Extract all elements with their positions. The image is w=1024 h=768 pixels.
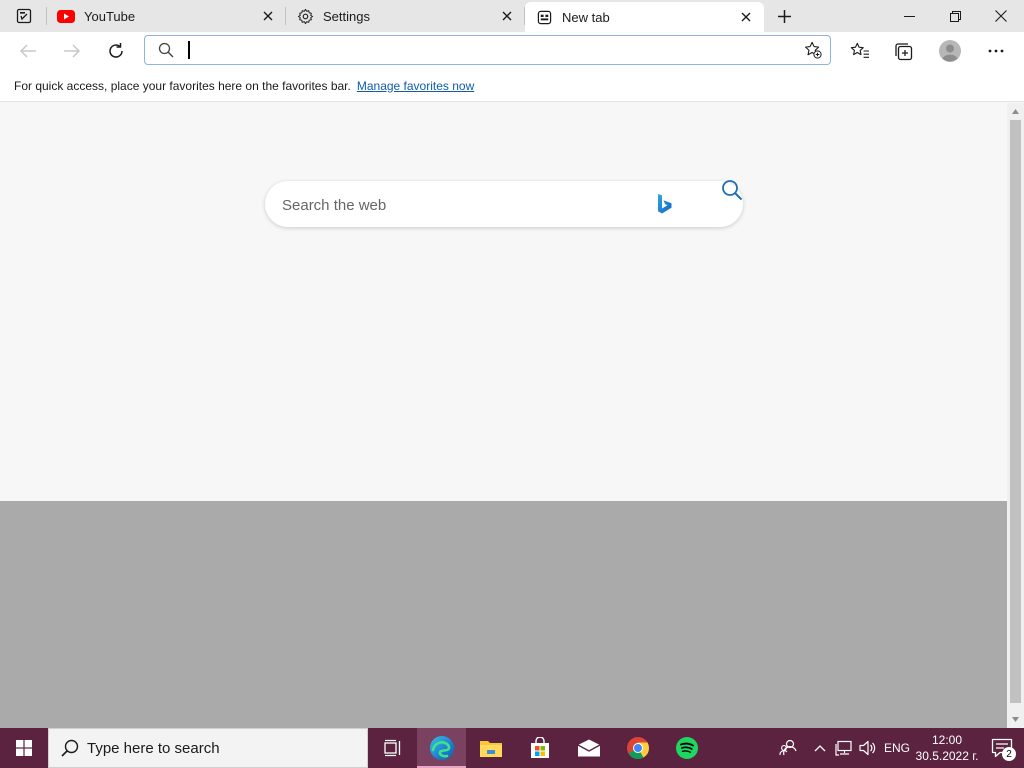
action-center-button[interactable]: 2 xyxy=(980,728,1024,768)
close-icon xyxy=(995,10,1007,22)
back-button[interactable] xyxy=(13,36,43,66)
add-favorite-icon[interactable] xyxy=(804,41,822,59)
people-icon xyxy=(779,739,797,756)
restore-icon xyxy=(949,10,961,22)
taskbar-apps xyxy=(368,728,711,768)
start-button[interactable] xyxy=(0,728,48,768)
scroll-down-icon[interactable] xyxy=(1007,711,1024,728)
close-tab-icon[interactable] xyxy=(738,9,754,25)
favorites-icon xyxy=(850,42,869,58)
new-tab-page xyxy=(0,103,1007,501)
back-icon xyxy=(19,44,36,58)
clock-time: 12:00 xyxy=(931,733,963,747)
vertical-scrollbar[interactable] xyxy=(1007,103,1024,728)
unrendered-area xyxy=(0,501,1007,728)
scroll-up-icon[interactable] xyxy=(1007,103,1024,120)
taskbar: Type here to search ENG 12:00 30.5.2022 … xyxy=(0,728,1024,768)
profile-button[interactable] xyxy=(935,36,965,66)
refresh-icon xyxy=(109,43,123,58)
tab-title: YouTube xyxy=(84,8,136,24)
notification-count-badge: 2 xyxy=(1002,747,1016,761)
browser-toolbar xyxy=(0,32,1024,70)
store-button[interactable] xyxy=(515,728,564,768)
language-indicator[interactable]: ENG xyxy=(880,728,914,768)
network-icon xyxy=(835,740,852,756)
search-icon xyxy=(158,42,174,58)
address-input[interactable] xyxy=(191,39,795,63)
spotify-button[interactable] xyxy=(662,728,711,768)
taskbar-search-placeholder: Type here to search xyxy=(87,739,220,757)
close-tab-icon[interactable] xyxy=(260,8,276,24)
refresh-button[interactable] xyxy=(101,36,131,66)
favorites-button[interactable] xyxy=(845,36,875,66)
spotify-icon xyxy=(675,737,698,759)
clock-date: 30.5.2022 г. xyxy=(915,749,979,763)
chrome-icon xyxy=(626,737,649,759)
chrome-button[interactable] xyxy=(613,728,662,768)
volume-icon xyxy=(859,740,876,756)
edge-icon xyxy=(429,736,454,760)
tab-new-tab[interactable]: New tab xyxy=(525,2,764,32)
collections-icon xyxy=(895,42,913,60)
web-search-box[interactable] xyxy=(265,179,743,227)
bing-icon[interactable] xyxy=(657,193,673,215)
new-tab-button[interactable] xyxy=(766,0,802,32)
system-tray: ENG 12:00 30.5.2022 г. 2 xyxy=(768,728,1024,768)
file-explorer-button[interactable] xyxy=(466,728,515,768)
windows-icon xyxy=(16,740,32,756)
chevron-up-icon xyxy=(814,745,826,752)
task-view-icon xyxy=(383,739,400,757)
network-button[interactable] xyxy=(832,728,856,768)
volume-button[interactable] xyxy=(856,728,880,768)
search-icon[interactable] xyxy=(721,179,743,201)
tab-title: Settings xyxy=(323,8,370,24)
restore-button[interactable] xyxy=(932,0,978,32)
tab-actions-button[interactable] xyxy=(0,0,47,32)
collections-button[interactable] xyxy=(889,36,919,66)
address-bar[interactable] xyxy=(144,35,831,65)
gear-icon xyxy=(296,7,314,25)
plus-icon xyxy=(777,9,791,23)
file-explorer-icon xyxy=(479,741,502,757)
people-button[interactable] xyxy=(768,728,808,768)
more-icon xyxy=(988,49,1004,53)
tab-actions-icon xyxy=(16,8,31,24)
new-tab-page-icon xyxy=(535,8,553,26)
store-icon xyxy=(530,737,549,758)
scrollbar-thumb[interactable] xyxy=(1010,120,1021,703)
forward-icon xyxy=(64,44,81,58)
mail-icon xyxy=(577,739,600,757)
tab-title: New tab xyxy=(562,9,610,25)
close-tab-icon[interactable] xyxy=(499,8,515,24)
minimize-button[interactable] xyxy=(886,0,932,32)
text-caret xyxy=(188,41,190,59)
more-options-button[interactable] xyxy=(981,36,1011,66)
tab-settings[interactable]: Settings xyxy=(286,0,525,32)
forward-button[interactable] xyxy=(57,36,87,66)
web-search-input[interactable] xyxy=(280,193,644,217)
task-view-button[interactable] xyxy=(368,728,417,768)
youtube-icon xyxy=(57,7,75,25)
tab-strip: YouTube Settings New tab xyxy=(0,0,1024,32)
search-icon xyxy=(61,739,79,757)
mail-button[interactable] xyxy=(564,728,613,768)
profile-icon xyxy=(939,40,961,62)
taskbar-search-box[interactable]: Type here to search xyxy=(48,728,368,768)
show-hidden-icons-button[interactable] xyxy=(808,728,832,768)
edge-taskbar-button[interactable] xyxy=(417,728,466,768)
close-window-button[interactable] xyxy=(978,0,1024,32)
tab-youtube[interactable]: YouTube xyxy=(47,0,286,32)
window-controls xyxy=(886,0,1024,32)
clock[interactable]: 12:00 30.5.2022 г. xyxy=(914,732,980,764)
favorites-bar: For quick access, place your favorites h… xyxy=(0,70,1024,102)
minimize-icon xyxy=(903,15,915,17)
favorites-bar-message: For quick access, place your favorites h… xyxy=(14,78,351,93)
manage-favorites-link[interactable]: Manage favorites now xyxy=(357,79,474,93)
